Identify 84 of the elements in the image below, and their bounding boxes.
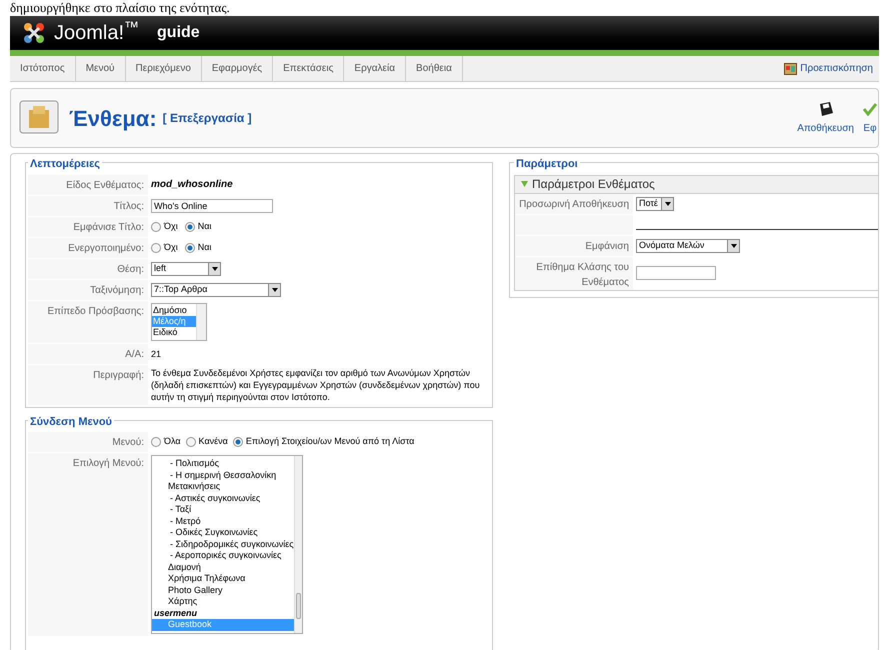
check-icon xyxy=(862,100,878,116)
dropdown-arrow-icon xyxy=(272,288,278,292)
fieldset-legend: Λεπτομέρειες xyxy=(28,156,102,172)
list-option[interactable]: Χρήσιμα Τηλέφωνα xyxy=(152,573,294,584)
joomla-logo-icon xyxy=(22,21,46,45)
field-label: Εμφάνισε Τίτλο: xyxy=(28,216,148,236)
dropdown[interactable]: Ποτέ xyxy=(636,196,674,210)
text-field[interactable]: Who's Online xyxy=(151,198,273,212)
list-option[interactable]: Διαμονή xyxy=(152,562,294,573)
field-value: Το ένθεμα Συνδεδεμένοι Χρήστες εμφανίζει τον αριθμό των Ανωνύμων Χρηστών (δηλαδή επισκεπτών) και Εγγεγραμμένων Χρηστών (συνδεδεμένων χρηστών) που αυτήν τη στιγμή περιηγούνται στον Ιστότοπο. xyxy=(151,366,481,402)
list-option[interactable]: - Η σημερινή Θεσσαλονίκη xyxy=(152,470,294,481)
listbox[interactable]: Δημόσιο Μέλος/η Ειδικό xyxy=(151,302,207,340)
field-label: Ταξινόμηση: xyxy=(28,280,148,300)
radio-label: Ναι xyxy=(198,240,212,254)
list-option[interactable]: - Αστικές συγκοινωνίες xyxy=(152,492,294,504)
menu-item[interactable]: Εφαρμογές xyxy=(202,56,274,81)
radio-label: Όχι xyxy=(164,240,178,254)
radio-button[interactable] xyxy=(184,242,195,252)
radio-button[interactable] xyxy=(151,222,161,232)
fieldset-legend: Σύνδεση Μενού xyxy=(28,414,114,430)
dropdown-arrow-icon xyxy=(730,244,736,248)
dropdown-arrow-icon xyxy=(664,202,670,206)
radio-label: Όχι xyxy=(164,220,178,233)
field-label: Θέση: xyxy=(28,258,148,278)
field-label: Είδος Ενθέματος: xyxy=(28,174,148,194)
radio-label: Όλα xyxy=(164,435,181,448)
scroll-thumb[interactable] xyxy=(296,592,301,618)
page-subtitle: [ Επεξεργασία ] xyxy=(162,110,252,127)
list-option[interactable]: - Οδικές Συγκοινωνίες xyxy=(152,527,294,538)
menu-item[interactable]: Εργαλεία xyxy=(344,56,406,81)
field-value: 21 xyxy=(151,348,162,360)
list-option[interactable]: Δημόσιο xyxy=(152,304,196,316)
menu-item[interactable]: Επεκτάσεις xyxy=(273,56,344,81)
field-value: mod_whosonline xyxy=(151,178,233,192)
list-option[interactable]: - Ταξί xyxy=(152,504,294,516)
menu-group-label[interactable]: usermenu xyxy=(152,608,294,619)
radio-label: Επιλογή Στοιχείου/ων Μενού από τη Λίστα xyxy=(246,435,414,448)
field-label: Επίπεδο Πρόσβασης: xyxy=(28,300,148,342)
radio-label: Ναι xyxy=(198,220,212,233)
apply-button[interactable]: Εφ xyxy=(862,100,878,136)
radio-button[interactable] xyxy=(184,222,195,232)
list-option[interactable]: Ειδικό xyxy=(152,326,196,338)
field-label: Εμφάνιση xyxy=(515,236,633,256)
field-label: Μενού: xyxy=(28,432,148,452)
dropdown[interactable]: left xyxy=(151,262,221,276)
field-label: Τίτλος: xyxy=(28,196,148,216)
menu-item[interactable]: Ιστότοπος xyxy=(10,56,76,81)
text-field[interactable] xyxy=(636,266,716,280)
dropdown-arrow-icon xyxy=(212,266,218,270)
list-option[interactable]: Photo Gallery xyxy=(152,584,294,596)
module-icon xyxy=(19,100,59,136)
radio-button[interactable] xyxy=(232,437,243,447)
field-label: Προσωρινή Αποθήκευση xyxy=(515,194,633,214)
save-button[interactable]: Αποθήκευση xyxy=(797,100,854,136)
radio-label: Κανένα xyxy=(198,435,228,448)
radio-button[interactable] xyxy=(186,437,196,447)
field-label: Ενεργοποιημένο: xyxy=(28,238,148,258)
field-label: Περιγραφή: xyxy=(28,364,148,404)
site-name: guide xyxy=(157,23,200,43)
menu-item[interactable]: Μενού xyxy=(76,56,126,81)
list-option[interactable]: - Πολιτισμός xyxy=(152,458,294,470)
field-label: Α/Α: xyxy=(28,344,148,364)
scrollbar xyxy=(196,304,206,340)
caption-text: δημιουργήθηκε στο πλαίσιο της ενότητας. xyxy=(9,0,231,16)
field-label: Επίθημα Κλάσης του Ενθέματος xyxy=(515,256,633,290)
page-title: Ένθεμα: xyxy=(69,104,157,132)
field-label: Επιλογή Μενού: xyxy=(28,453,148,636)
list-option[interactable]: Χάρτης xyxy=(152,596,294,608)
radio-button[interactable] xyxy=(151,437,161,447)
list-option[interactable]: Μετακινήσεις xyxy=(152,481,294,492)
dropdown[interactable]: Ονόματα Μελών xyxy=(636,238,740,252)
brand-logo-text: Joomla!$^{™}$ xyxy=(54,18,140,46)
preview-link[interactable]: Προεπισκόπηση xyxy=(784,56,879,81)
dropdown[interactable]: 7::Top Αρθρα xyxy=(151,282,281,296)
panel-header[interactable]: Παράμετροι Ενθέματος xyxy=(515,176,878,194)
list-option[interactable]: - Μετρό xyxy=(152,516,294,527)
menu-item[interactable]: Βοήθεια xyxy=(406,56,463,81)
list-option[interactable]: - Σιδηροδρομικές συγκοινωνίες xyxy=(152,538,294,550)
fieldset-legend: Παράμετροι xyxy=(514,156,580,172)
preview-icon xyxy=(784,62,798,74)
radio-button[interactable] xyxy=(151,242,161,252)
list-option[interactable]: - Αεροπορικές συγκοινωνίες xyxy=(152,550,294,562)
menu-listbox[interactable] xyxy=(151,455,303,634)
menu-item[interactable]: Περιεχόμενο xyxy=(126,56,202,81)
